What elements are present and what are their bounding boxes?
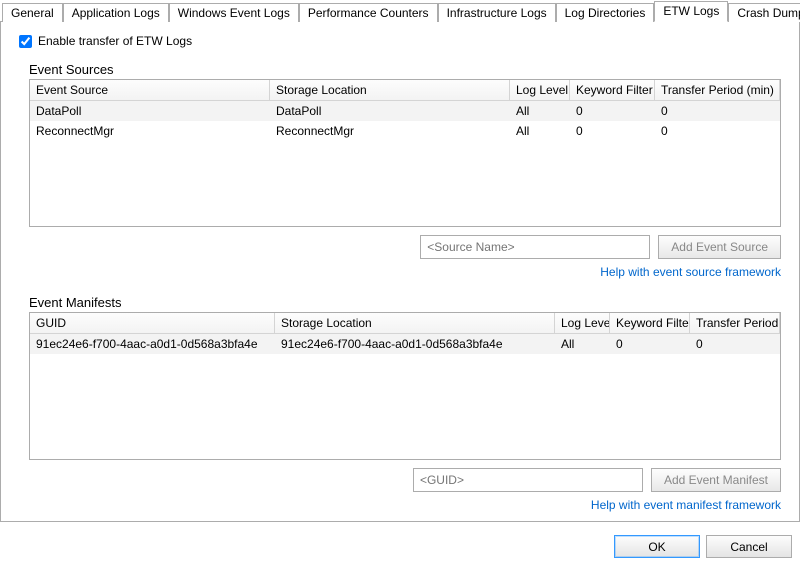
event-manifests-label: Event Manifests — [29, 295, 781, 310]
table-row[interactable]: 91ec24e6-f700-4aac-a0d1-0d568a3bfa4e 91e… — [30, 334, 780, 354]
tab-etw-logs[interactable]: ETW Logs — [654, 1, 728, 22]
cell-storage: 91ec24e6-f700-4aac-a0d1-0d568a3bfa4e — [275, 335, 555, 353]
enable-transfer-label: Enable transfer of ETW Logs — [38, 34, 192, 48]
header-storage-location[interactable]: Storage Location — [270, 80, 510, 101]
enable-transfer-row: Enable transfer of ETW Logs — [19, 34, 781, 48]
enable-transfer-checkbox[interactable] — [19, 35, 32, 48]
header-guid[interactable]: GUID — [30, 313, 275, 334]
header-keyword-filter[interactable]: Keyword Filter — [610, 313, 690, 334]
tab-windows-event-logs[interactable]: Windows Event Logs — [169, 3, 299, 22]
event-sources-header: Event Source Storage Location Log Level … — [30, 80, 780, 101]
header-log-level[interactable]: Log Level — [555, 313, 610, 334]
table-row[interactable]: ReconnectMgr ReconnectMgr All 0 0 — [30, 121, 780, 141]
tab-crash-dumps[interactable]: Crash Dumps — [728, 3, 800, 22]
tab-general[interactable]: General — [2, 3, 63, 22]
tab-log-directories[interactable]: Log Directories — [556, 3, 655, 22]
event-sources-label: Event Sources — [29, 62, 781, 77]
cell-source: ReconnectMgr — [30, 122, 270, 140]
cell-period: 0 — [655, 102, 780, 120]
source-name-input[interactable] — [420, 235, 650, 259]
ok-button[interactable]: OK — [614, 535, 700, 558]
cell-level: All — [510, 102, 570, 120]
tab-performance-counters[interactable]: Performance Counters — [299, 3, 438, 22]
tab-application-logs[interactable]: Application Logs — [63, 3, 169, 22]
header-transfer-period[interactable]: Transfer Period (min) — [690, 313, 780, 334]
add-event-manifest-button[interactable]: Add Event Manifest — [651, 468, 781, 492]
cell-filter: 0 — [610, 335, 690, 353]
cell-source: DataPoll — [30, 102, 270, 120]
cell-storage: DataPoll — [270, 102, 510, 120]
event-sources-grid: Event Source Storage Location Log Level … — [29, 79, 781, 227]
cell-filter: 0 — [570, 102, 655, 120]
cancel-button[interactable]: Cancel — [706, 535, 792, 558]
event-manifests-grid: GUID Storage Location Log Level Keyword … — [29, 312, 781, 460]
dialog-buttons: OK Cancel — [608, 529, 798, 564]
header-keyword-filter[interactable]: Keyword Filter — [570, 80, 655, 101]
add-source-row: Add Event Source — [29, 235, 781, 259]
guid-input[interactable] — [413, 468, 643, 492]
cell-period: 0 — [655, 122, 780, 140]
cell-period: 0 — [690, 335, 780, 353]
tab-content: Enable transfer of ETW Logs Event Source… — [0, 22, 800, 522]
cell-level: All — [510, 122, 570, 140]
add-manifest-row: Add Event Manifest — [29, 468, 781, 492]
help-source-link[interactable]: Help with event source framework — [29, 265, 781, 279]
tab-strip: General Application Logs Windows Event L… — [0, 0, 800, 22]
cell-guid: 91ec24e6-f700-4aac-a0d1-0d568a3bfa4e — [30, 335, 275, 353]
header-log-level[interactable]: Log Level — [510, 80, 570, 101]
header-storage-location[interactable]: Storage Location — [275, 313, 555, 334]
header-transfer-period[interactable]: Transfer Period (min) — [655, 80, 780, 101]
table-row[interactable]: DataPoll DataPoll All 0 0 — [30, 101, 780, 121]
header-event-source[interactable]: Event Source — [30, 80, 270, 101]
cell-filter: 0 — [570, 122, 655, 140]
cell-storage: ReconnectMgr — [270, 122, 510, 140]
add-event-source-button[interactable]: Add Event Source — [658, 235, 781, 259]
tab-infrastructure-logs[interactable]: Infrastructure Logs — [438, 3, 556, 22]
cell-level: All — [555, 335, 610, 353]
help-manifest-link[interactable]: Help with event manifest framework — [29, 498, 781, 512]
event-manifests-header: GUID Storage Location Log Level Keyword … — [30, 313, 780, 334]
